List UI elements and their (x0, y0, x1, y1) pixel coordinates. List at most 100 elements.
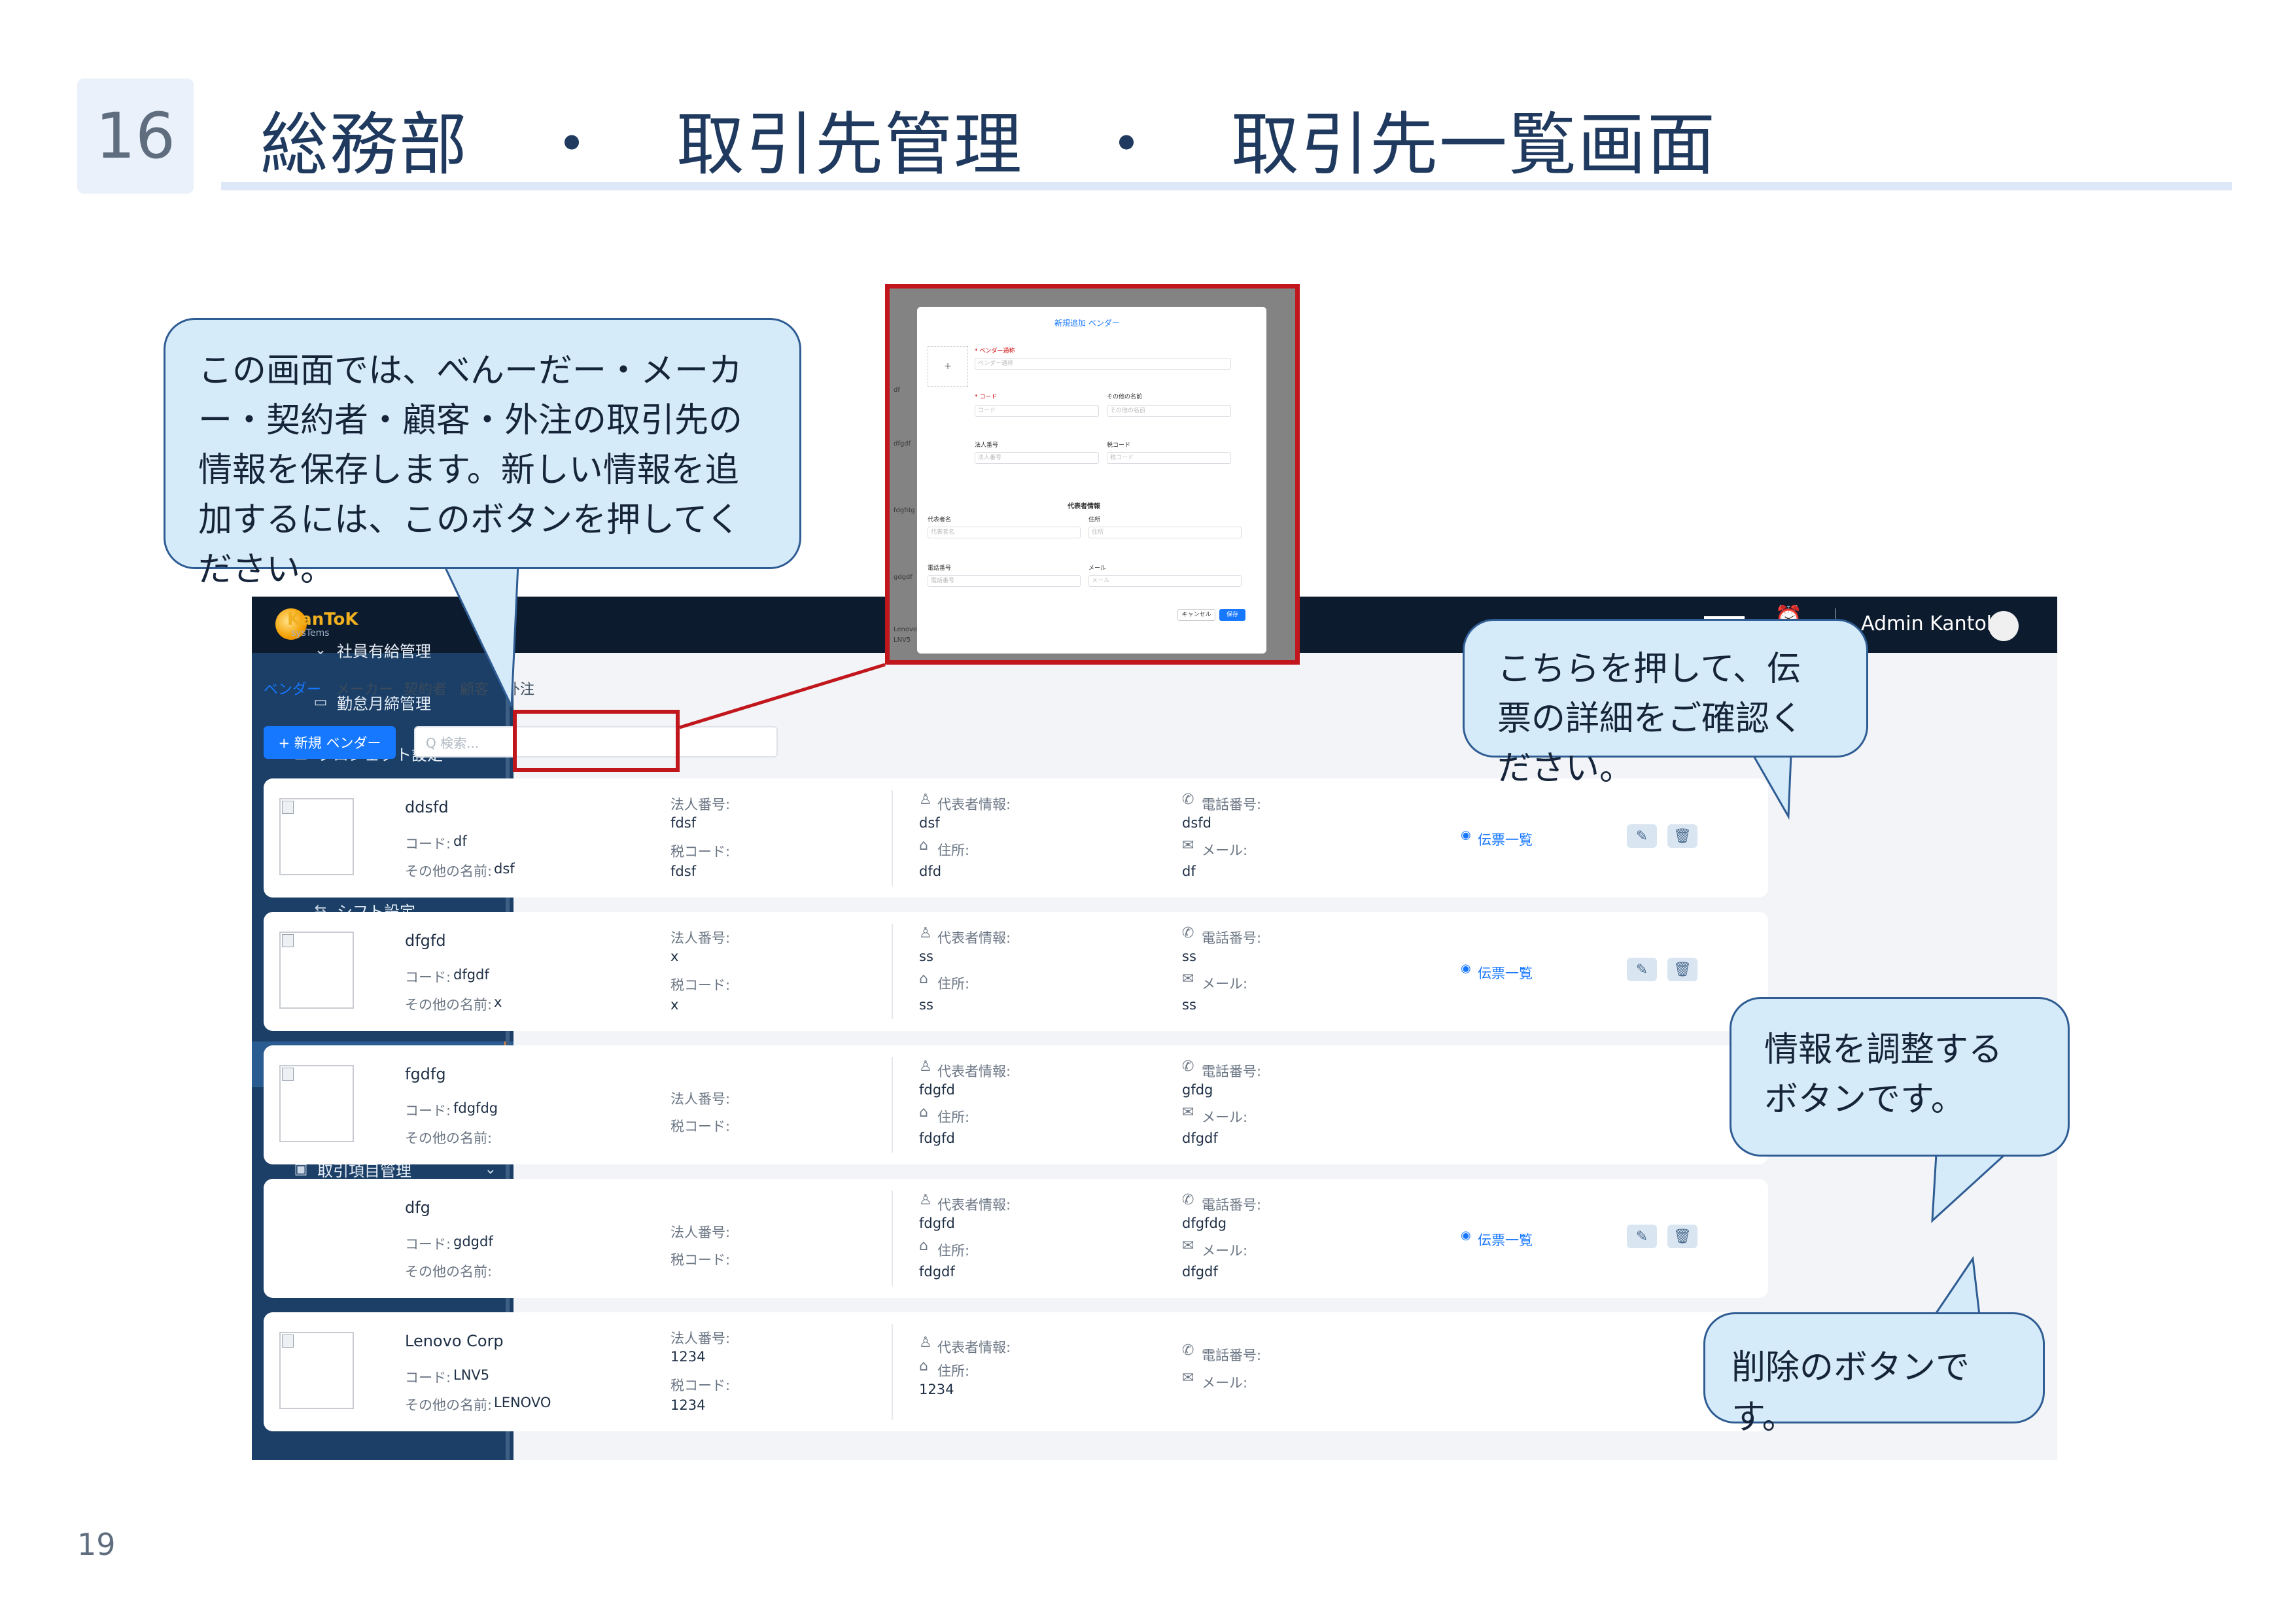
code-label: コード: (405, 1370, 451, 1386)
address-value: fdgfd (919, 1130, 955, 1146)
modal-title: 新規追加 ベンダー (1054, 319, 1120, 328)
building-icon: ⌂ (919, 1104, 928, 1121)
corp-number-value: x (670, 949, 679, 964)
page-number: 19 (77, 1527, 116, 1562)
phone-label: 電話番号: (1202, 1197, 1262, 1213)
vendor-card: dfg コード: gdgdf その他の名前: 法人番号: 税コード: ♙ 代表者情報: fdg… (264, 1179, 1768, 1298)
code-value: dfgdf (453, 967, 489, 983)
user-icon: ♙ (919, 1058, 932, 1075)
phone-icon: ✆ (1182, 792, 1194, 808)
corp-number-label: 法人番号: (670, 1091, 731, 1107)
other-name-input[interactable]: その他の名前 (1107, 405, 1231, 417)
mail-label: メール: (1202, 1375, 1248, 1391)
other-name-value: LENOVO (494, 1395, 551, 1410)
trash-icon[interactable]: 🗑 (1667, 958, 1697, 981)
vendor-image (279, 932, 354, 1009)
address-value: fdgdf (919, 1264, 955, 1280)
modal-dialog: 新規追加 ベンダー + * ベンダー通称 ベンダー通称 * コード コード その… (917, 307, 1266, 654)
phone-icon: ✆ (1182, 1058, 1194, 1075)
upload-image[interactable]: + (928, 346, 968, 387)
user-icon: ♙ (919, 1335, 932, 1351)
code-input[interactable]: コード (975, 405, 1099, 417)
vendor-image (279, 798, 354, 875)
edit-icon[interactable]: ✎ (1627, 824, 1657, 848)
rep-info-label: 代表者情報: (937, 1340, 1011, 1355)
mail-input[interactable]: メール (1088, 575, 1242, 587)
tax-code-value: 1234 (670, 1397, 706, 1413)
code-value: gdgdf (453, 1234, 493, 1249)
address-label: 住所: (937, 1243, 970, 1259)
tax-code-input[interactable]: 税コード (1107, 452, 1231, 464)
address-label: 住所: (937, 843, 970, 858)
tab-vendor[interactable]: ベンダー (264, 678, 321, 699)
callout-edit-info: 情報を調整するボタンです。 (1730, 997, 2070, 1157)
mail-value: df (1182, 864, 1196, 879)
vendor-name-input[interactable]: ベンダー通称 (975, 358, 1231, 370)
slip-list-link[interactable]: 伝票一覧 (1478, 963, 1533, 983)
tax-code-label: 税コード: (670, 1252, 731, 1268)
vendor-card: Lenovo Corp コード: LNV5 その他の名前: LENOVO 法人番号: 12… (264, 1312, 1768, 1431)
phone-label: 電話番号: (1202, 797, 1262, 812)
sidebar-item[interactable]: ⌄ 社員有給管理 (252, 627, 513, 672)
rep-info-label: 代表者情報: (937, 797, 1011, 812)
slip-list-link[interactable]: 伝票一覧 (1478, 1230, 1533, 1249)
tax-code-label: 税コード: (670, 1119, 731, 1134)
user-icon: ♙ (919, 1192, 932, 1208)
column-divider (892, 790, 893, 886)
trash-icon[interactable]: 🗑 (1667, 824, 1697, 848)
eye-icon: ◉ (1461, 1229, 1471, 1242)
rep-info-label: 代表者情報: (937, 930, 1011, 946)
corp-number-value: 1234 (670, 1349, 706, 1365)
tax-code-label: 税コード: (670, 844, 731, 860)
phone-value: gfdg (1182, 1082, 1213, 1098)
edit-icon[interactable]: ✎ (1627, 958, 1657, 981)
tab-outsource[interactable]: 外注 (506, 678, 534, 699)
phone-input[interactable]: 電話番号 (928, 575, 1081, 587)
corp-number-input[interactable]: 法人番号 (975, 452, 1099, 464)
other-name-label: その他の名前: (405, 997, 493, 1013)
tax-code-value: fdsf (670, 864, 697, 879)
user-icon: ♙ (919, 925, 932, 941)
corp-number-label: 法人番号: (670, 1331, 731, 1346)
phone-value: ss (1182, 949, 1196, 964)
callout-delete-info: 削除のボタンです。 (1703, 1312, 2045, 1437)
slip-list-link[interactable]: 伝票一覧 (1478, 829, 1533, 849)
address-value: 1234 (919, 1382, 954, 1397)
code-label: コード: (405, 836, 451, 852)
tab-customer[interactable]: 顧客 (460, 678, 489, 699)
code-value: df (453, 833, 467, 849)
vendor-card: fgdfg コード: fdgfdg その他の名前: 法人番号: 税コード: ♙ 代表者情報:… (264, 1045, 1768, 1164)
phone-icon: ✆ (1182, 1342, 1194, 1359)
phone-label: 電話番号: (1202, 1348, 1262, 1363)
column-divider (892, 1191, 893, 1286)
rep-info-value: fdgfd (919, 1215, 955, 1231)
rep-info-label: 代表者情報: (937, 1064, 1011, 1079)
tab-maker[interactable]: メーカー (336, 678, 393, 699)
trash-icon[interactable]: 🗑 (1667, 1225, 1697, 1248)
phone-value: dsfd (1182, 815, 1211, 831)
rep-info-value: ss (919, 949, 933, 964)
tab-contractor[interactable]: 契約者 (404, 678, 447, 699)
rep-name-input[interactable]: 代表者名 (928, 527, 1081, 538)
modal-preview: df dfgdf fdgfdg gdgdf Lenovo Corp LNV5 新… (885, 284, 1300, 665)
building-icon: ⌂ (919, 971, 928, 987)
corp-number-value: fdsf (670, 815, 697, 831)
vendor-card: ddsfd コード: df その他の名前: dsf 法人番号: fdsf 税コード: fdsf… (264, 778, 1768, 898)
mail-value: dfgdf (1182, 1130, 1218, 1146)
slide-title: 総務部 ・ 取引先管理 ・ 取引先一覧画面 (260, 105, 1717, 184)
phone-label: 電話番号: (1202, 1064, 1262, 1079)
title-underline (221, 182, 2232, 190)
cancel-button[interactable]: キャンセル (1177, 609, 1215, 621)
add-vendor-button[interactable]: + 新規 ベンダー (264, 726, 396, 759)
code-label: コード: (405, 969, 451, 985)
user-name[interactable]: Admin Kantok (1861, 612, 1998, 635)
save-button[interactable]: 保存 (1219, 609, 1245, 621)
building-icon: ⌂ (919, 1238, 928, 1254)
vendor-name: fgdfg (405, 1065, 446, 1083)
avatar[interactable] (1989, 611, 2019, 641)
mail-icon: ✉ (1182, 1238, 1194, 1254)
address-input[interactable]: 住所 (1088, 527, 1242, 538)
code-label: コード: (405, 1103, 451, 1119)
edit-icon[interactable]: ✎ (1627, 1225, 1657, 1248)
add-button-highlight (513, 710, 680, 772)
